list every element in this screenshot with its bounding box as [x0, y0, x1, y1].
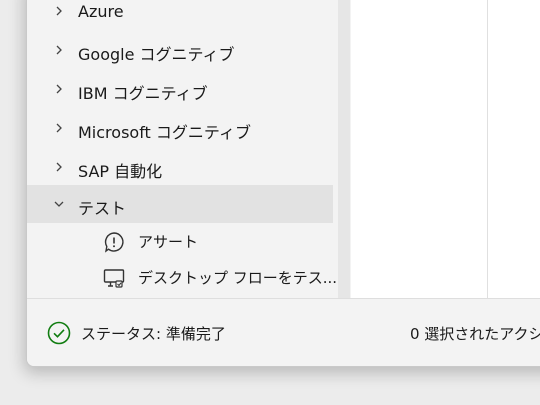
chevron-right-icon — [56, 84, 62, 94]
tree-scrollbar[interactable] — [338, 0, 350, 298]
tree-group-label: SAP 自動化 — [78, 162, 163, 181]
panel-divider — [487, 0, 488, 298]
tree-item-label: アサート — [138, 233, 199, 251]
tree-group-microsoft[interactable]: Microsoft コグニティブ — [27, 109, 333, 147]
tree-group-test[interactable]: テスト — [27, 185, 333, 223]
chevron-right-icon — [56, 123, 62, 133]
tree-item-test-desktop-flow[interactable]: デスクトップ フローをテス... — [27, 259, 337, 295]
status-bar: ステータス: 準備完了 0 選択されたアクシ — [27, 298, 540, 366]
tree-group-label: IBM コグニティブ — [78, 84, 208, 103]
monitor-flow-icon — [103, 269, 125, 288]
chevron-right-icon — [56, 6, 62, 16]
tree-group-label: Azure — [78, 2, 124, 21]
exclamation-circle-icon — [104, 232, 124, 253]
tree-group-sap[interactable]: SAP 自動化 — [27, 148, 333, 186]
status-text: ステータス: 準備完了 — [81, 325, 226, 343]
workspace-canvas — [351, 0, 540, 298]
tree-item-assert[interactable]: アサート — [27, 223, 333, 259]
actions-tree-panel: Azure Google コグニティブ IBM コグニティブ Microsoft… — [27, 0, 350, 298]
tree-group-label: Microsoft コグニティブ — [78, 123, 251, 142]
tree-group-ibm[interactable]: IBM コグニティブ — [27, 70, 333, 108]
selected-actions-count: 0 選択されたアクシ — [410, 325, 540, 343]
tree-group-label: テスト — [78, 199, 127, 218]
tree-group-label: Google コグニティブ — [78, 45, 235, 64]
chevron-right-icon — [56, 162, 62, 172]
app-window: Azure Google コグニティブ IBM コグニティブ Microsoft… — [26, 0, 540, 367]
tree-group-azure[interactable]: Azure — [27, 0, 333, 30]
chevron-right-icon — [56, 45, 62, 55]
tree-item-label: デスクトップ フローをテス... — [138, 269, 338, 287]
tree-group-google[interactable]: Google コグニティブ — [27, 31, 333, 69]
chevron-down-icon — [54, 201, 64, 207]
check-circle-icon — [47, 321, 71, 345]
